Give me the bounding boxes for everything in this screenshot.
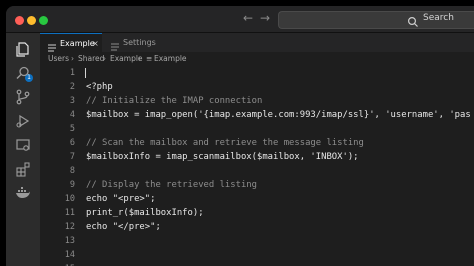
line-number: 5 bbox=[69, 124, 75, 134]
line-number: 14 bbox=[64, 250, 75, 260]
code-line[interactable]: // Initialize the IMAP connection bbox=[86, 94, 262, 108]
code-line[interactable]: // Scan the mailbox and retrieve the mes… bbox=[86, 136, 364, 150]
run-debug-icon[interactable] bbox=[15, 113, 31, 129]
line-number: 1 bbox=[69, 68, 75, 78]
maximize-window-button[interactable] bbox=[39, 16, 48, 25]
search-icon[interactable] bbox=[15, 65, 31, 81]
files-icon[interactable] bbox=[15, 41, 31, 57]
line-number: 11 bbox=[64, 208, 75, 218]
breadcrumb-item[interactable]: Users bbox=[48, 52, 69, 66]
code-editor[interactable]: 1 2 <?php 3 // Initialize the IMAP conne… bbox=[40, 66, 474, 266]
chevron-right-icon: › bbox=[71, 54, 74, 63]
close-window-button[interactable] bbox=[15, 16, 24, 25]
text-cursor bbox=[85, 68, 86, 78]
breadcrumb: Users › Shared › Example › ≡ Example bbox=[40, 52, 474, 66]
line-number: 15 bbox=[40, 262, 75, 266]
code-line[interactable]: echo "</pre>"; bbox=[86, 220, 161, 234]
code-line[interactable]: print_r($mailboxInfo); bbox=[86, 206, 204, 220]
line-number: 2 bbox=[69, 82, 75, 92]
chevron-right-icon: › bbox=[103, 54, 106, 63]
file-lines-icon: ≡ bbox=[146, 54, 153, 63]
code-line[interactable]: <?php bbox=[86, 80, 113, 94]
code-line[interactable]: echo "<pre>"; bbox=[86, 192, 155, 206]
breadcrumb-item[interactable]: Shared bbox=[78, 52, 104, 66]
tab-settings[interactable]: Settings bbox=[103, 33, 173, 52]
search-icon bbox=[407, 13, 419, 27]
tab-label: Example bbox=[60, 39, 95, 48]
line-number: 3 bbox=[69, 96, 75, 106]
breadcrumb-item[interactable]: Example bbox=[154, 52, 187, 66]
line-number: 7 bbox=[69, 152, 75, 162]
line-number: 12 bbox=[64, 222, 75, 232]
tab-example[interactable]: Example × bbox=[40, 33, 102, 52]
activity-bar: 1 bbox=[6, 33, 40, 266]
editor-tab-bar: Example × Settings bbox=[40, 33, 474, 52]
minimize-window-button[interactable] bbox=[27, 16, 36, 25]
search-label: Search bbox=[423, 13, 454, 23]
close-icon[interactable]: × bbox=[92, 34, 99, 53]
line-number: 8 bbox=[69, 166, 75, 176]
tab-label: Settings bbox=[123, 38, 156, 47]
vscode-window: ← → Search 1 Example × Settings Users › … bbox=[6, 6, 474, 266]
line-number: 6 bbox=[69, 138, 75, 148]
command-center-search[interactable]: Search bbox=[278, 11, 474, 29]
docker-icon[interactable] bbox=[15, 185, 31, 201]
line-number: 13 bbox=[64, 236, 75, 246]
title-bar: ← → Search bbox=[6, 6, 474, 33]
file-lines-icon bbox=[48, 40, 56, 52]
line-number: 10 bbox=[64, 194, 75, 204]
back-arrow-icon[interactable]: ← bbox=[243, 11, 253, 25]
code-line[interactable]: $mailbox = imap_open('{imap.example.com:… bbox=[86, 108, 471, 122]
extensions-icon[interactable] bbox=[15, 161, 31, 177]
line-number: 4 bbox=[69, 110, 75, 120]
chevron-right-icon: › bbox=[138, 54, 141, 63]
remote-explorer-icon[interactable] bbox=[15, 137, 31, 153]
forward-arrow-icon[interactable]: → bbox=[260, 11, 270, 25]
settings-file-icon bbox=[111, 39, 119, 51]
source-control-icon[interactable] bbox=[15, 89, 31, 105]
code-line[interactable]: $mailboxInfo = imap_scanmailbox($mailbox… bbox=[86, 150, 359, 164]
line-number: 9 bbox=[69, 180, 75, 190]
code-line[interactable]: // Display the retrieved listing bbox=[86, 178, 257, 192]
